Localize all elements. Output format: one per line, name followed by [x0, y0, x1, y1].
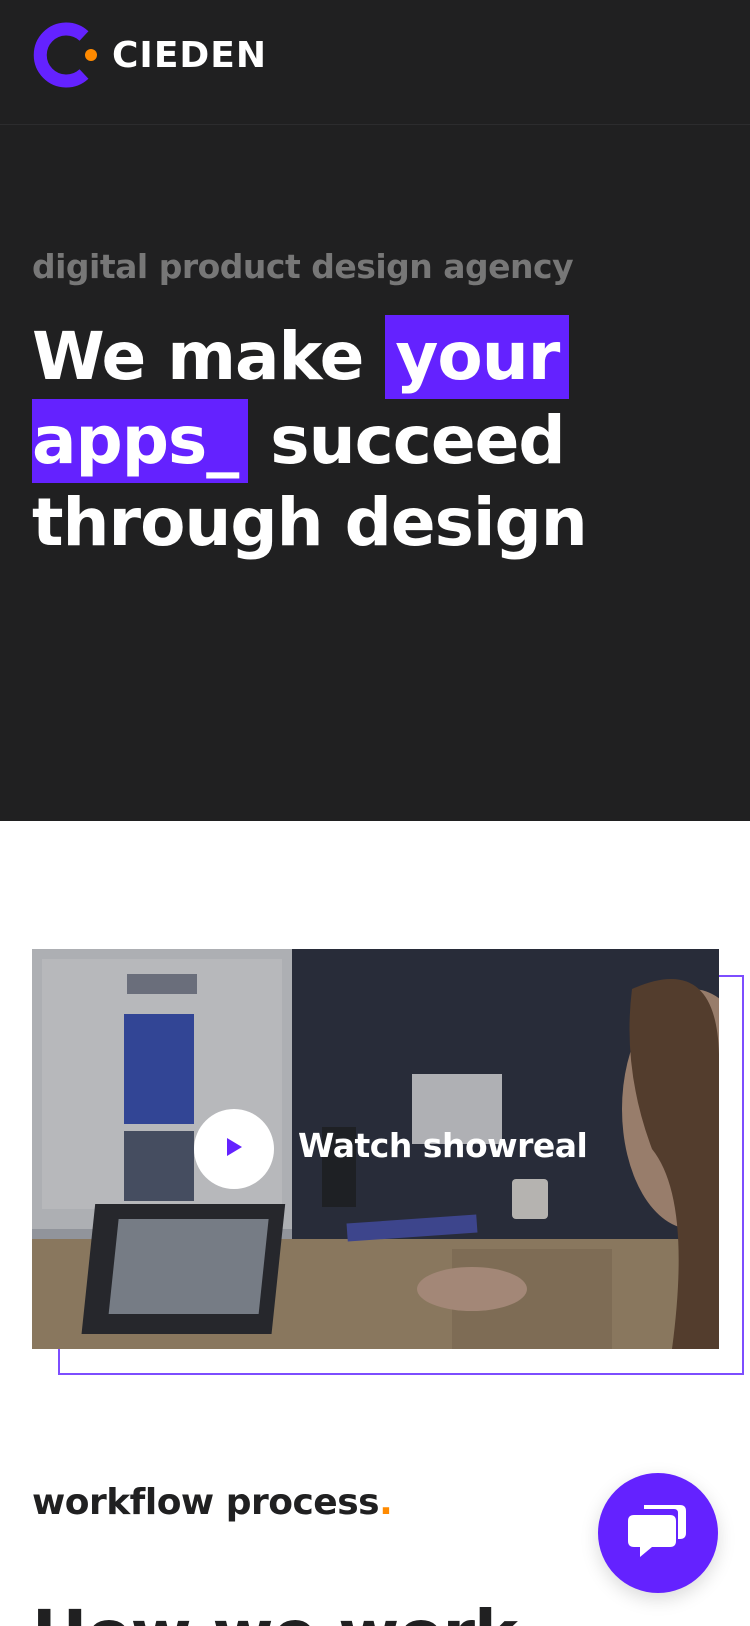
showreel-video[interactable]: Watch showreal — [32, 949, 719, 1349]
site-header: CIEDEN — [0, 0, 750, 125]
headline-text-2: succeed — [270, 402, 565, 479]
play-button[interactable] — [194, 1109, 274, 1189]
logo-text: CIEDEN — [112, 34, 268, 76]
hero-tagline: digital product design agency — [32, 247, 574, 286]
workflow-section-label: workflow process. — [32, 1482, 393, 1523]
workflow-section-title: How we work — [32, 1596, 518, 1626]
hero-section: digital product design agency We make yo… — [0, 125, 750, 821]
headline-line-1: We make your — [32, 315, 732, 399]
headline-line-3: through design — [32, 484, 588, 561]
headline-highlight-your: your — [385, 315, 570, 399]
play-icon — [224, 1136, 244, 1163]
hero-headline: We make your apps_ succeed through desig… — [32, 315, 732, 563]
headline-highlight-apps: apps_ — [32, 399, 249, 483]
headline-text-1: We make — [32, 318, 364, 395]
watch-showreel-label[interactable]: Watch showreal — [298, 1126, 588, 1165]
logo[interactable]: CIEDEN — [32, 22, 267, 88]
cieden-logo-icon — [32, 22, 98, 88]
headline-line-2: apps_ succeed — [32, 399, 732, 483]
workflow-label-text: workflow process — [32, 1482, 380, 1523]
chat-bubble-icon — [626, 1501, 690, 1566]
workflow-label-dot: . — [379, 1482, 393, 1523]
chat-button[interactable] — [598, 1473, 718, 1593]
